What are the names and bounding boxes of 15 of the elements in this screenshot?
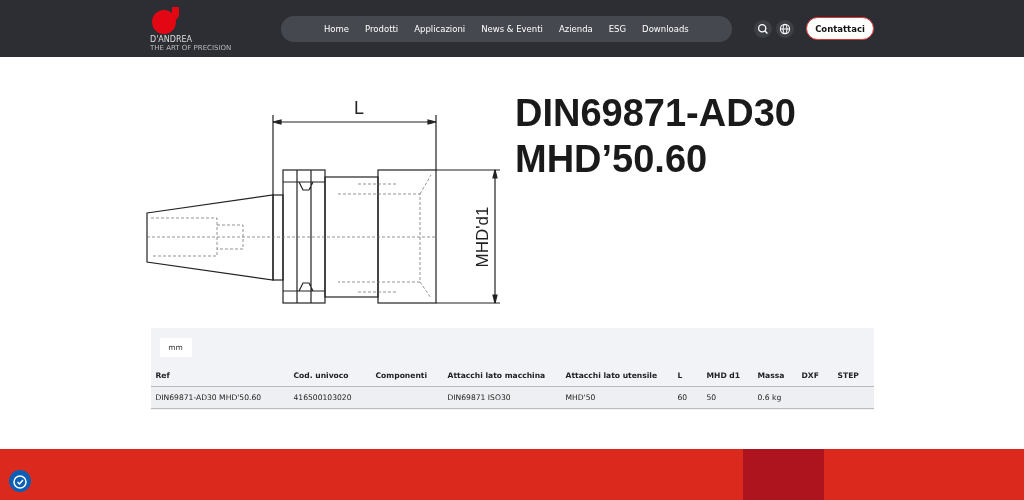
logo-text: D'ANDREA — [150, 35, 193, 44]
product-title: DIN69871-AD30 — [515, 91, 796, 136]
nav-link[interactable]: News & Eventi — [481, 23, 543, 34]
search-icon[interactable] — [754, 19, 772, 38]
contact-button[interactable]: Contattaci — [806, 17, 874, 40]
nav-link[interactable]: Azienda — [558, 23, 593, 34]
nav-link[interactable]: Downloads — [642, 23, 689, 34]
product-title: MHD’50.60 — [515, 137, 709, 182]
nav-link[interactable]: Applicazioni — [414, 23, 466, 34]
nav-link[interactable]: ESG — [608, 23, 627, 34]
nav-link[interactable]: Home — [323, 23, 350, 34]
accessibility-icon[interactable] — [9, 470, 31, 492]
globe-icon[interactable] — [776, 19, 794, 38]
nav-link[interactable]: Prodotti — [365, 23, 399, 34]
technical-drawing: L MHD'd1 — [135, 90, 515, 320]
